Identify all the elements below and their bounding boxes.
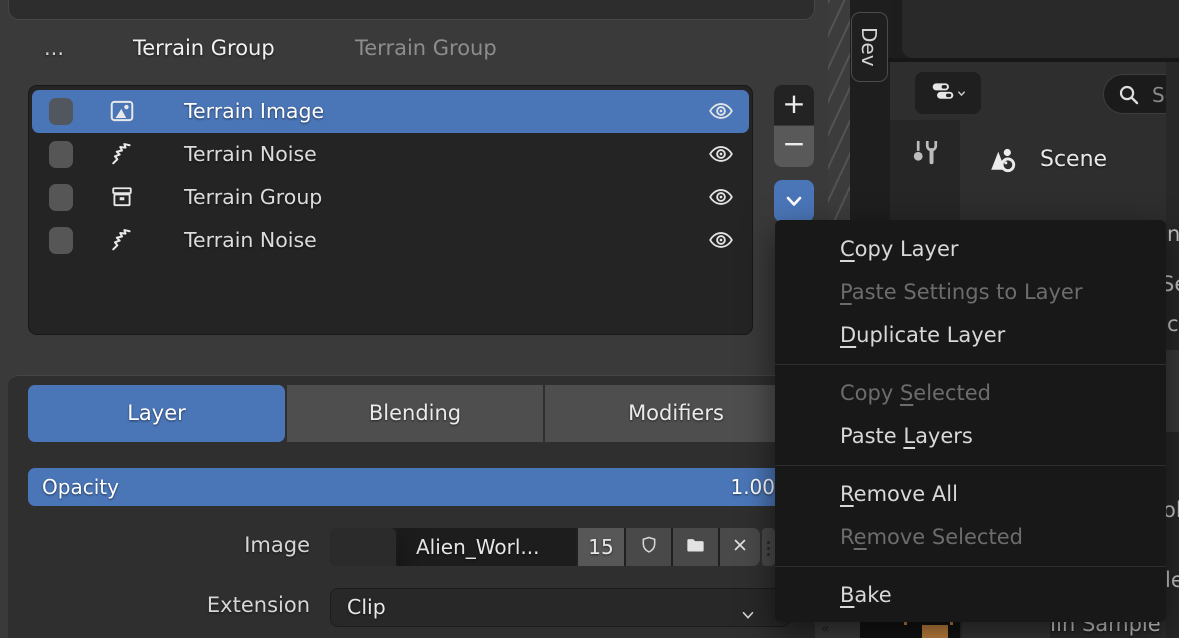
clipped-text-fragment: c [1167,312,1179,336]
tab-modifiers[interactable]: Modifiers [545,385,807,442]
menu-item-duplicate-layer[interactable]: Duplicate Layer [775,314,1166,357]
fake-user-shield-button[interactable] [626,528,671,566]
menu-item-paste-settings-to-layer: Paste Settings to Layer [775,271,1166,314]
visibility-eye-icon[interactable] [708,227,734,253]
layer-list: Terrain Image Terrain Noise Terrain Group T… [28,85,753,335]
chevron-down-icon [739,599,757,636]
layer-row-terrain-group[interactable]: Terrain Group [32,176,749,219]
opacity-label: Opacity [42,468,119,506]
layer-name: Terrain Group [184,185,322,209]
image-name-field[interactable]: Alien_Worl... [398,528,576,566]
layer-name: Terrain Noise [184,228,317,252]
thumbnail-strip-item: « [815,622,860,638]
image-label: Image [180,533,310,557]
chevron-down-icon [956,84,967,103]
layer-row-terrain-image[interactable]: Terrain Image [32,90,749,133]
layer-checkbox[interactable] [49,184,73,211]
layer-checkbox[interactable] [49,227,73,254]
layer-row-terrain-noise[interactable]: Terrain Noise [32,219,749,262]
layer-context-menu: Copy LayerPaste Settings to LayerDuplica… [775,220,1166,622]
blender-terrain-layers-ui: ... Terrain Group Terrain Group Terrain … [0,0,1179,638]
open-image-button[interactable] [673,528,718,566]
remove-layer-button[interactable]: − [774,126,814,167]
tab-layer[interactable]: Layer [28,385,285,442]
panel-drag-grip[interactable] [762,528,775,566]
visibility-eye-icon[interactable] [708,98,734,124]
menu-item-copy-selected: Copy Selected [775,372,1166,415]
breadcrumb-terrain-group[interactable]: Terrain Group [355,36,497,60]
properties-editor-icon [930,78,956,108]
extension-dropdown[interactable]: Clip [330,588,790,627]
image-browse-button[interactable] [330,528,396,566]
breadcrumb-terrain-group-active[interactable]: Terrain Group [133,36,275,60]
scene-icon [983,142,1019,178]
layer-name: Terrain Image [184,99,324,123]
sidebar-tab-dev[interactable]: Dev [851,12,888,82]
visibility-eye-icon[interactable] [708,141,734,167]
search-icon [1116,82,1142,112]
context-menu-items: Copy LayerPaste Settings to LayerDuplica… [775,228,1166,617]
group-icon [108,183,136,211]
menu-item-remove-selected: Remove Selected [775,516,1166,559]
outliner-panel-corner [902,0,1179,58]
tool-tab-icon[interactable] [908,135,942,169]
thumbnail-orange [922,625,948,638]
layer-specials-menu-button[interactable] [774,180,814,222]
clipped-text-fragment: n [1167,222,1179,246]
menu-separator [775,465,1166,466]
image-datablock-widget: Alien_Worl... 15 [330,528,760,566]
visibility-eye-icon[interactable] [708,184,734,210]
layer-row-terrain-noise[interactable]: Terrain Noise [32,133,749,176]
extension-label: Extension [180,593,310,617]
unlink-image-button[interactable] [720,528,760,566]
image-icon [108,97,136,125]
shield-icon [638,534,660,560]
opacity-value: 1.00 [730,468,775,506]
menu-item-copy-layer[interactable]: Copy Layer [775,228,1166,271]
noise-icon [108,226,136,254]
close-icon [731,535,749,559]
thumbnail-strip-item [962,622,1050,638]
clipped-text-fragment: le [1165,568,1179,592]
chevron-down-icon [782,198,806,217]
opacity-slider[interactable]: Opacity 1.00 [28,468,790,506]
add-layer-button[interactable]: + [774,85,814,125]
editor-type-button[interactable] [915,72,981,114]
layer-checkbox[interactable] [49,98,73,125]
menu-item-bake[interactable]: Bake [775,574,1166,617]
properties-edge-band [1166,350,1179,432]
menu-separator [775,566,1166,567]
menu-item-paste-layers[interactable]: Paste Layers [775,415,1166,458]
top-panel-edge [8,0,815,20]
layer-checkbox[interactable] [49,141,73,168]
extension-value: Clip [347,589,386,626]
folder-icon [684,534,707,561]
menu-separator [775,364,1166,365]
layer-name: Terrain Noise [184,142,317,166]
breadcrumb-scene[interactable]: Scene [1040,147,1107,172]
tab-blending[interactable]: Blending [287,385,543,442]
noise-icon [108,140,136,168]
breadcrumb-overflow[interactable]: ... [44,36,64,60]
thumbnail-orange-tick [904,622,907,625]
menu-item-remove-all[interactable]: Remove All [775,473,1166,516]
thumbnail-orange-tick [950,622,953,625]
image-users-count-button[interactable]: 15 [578,528,624,566]
